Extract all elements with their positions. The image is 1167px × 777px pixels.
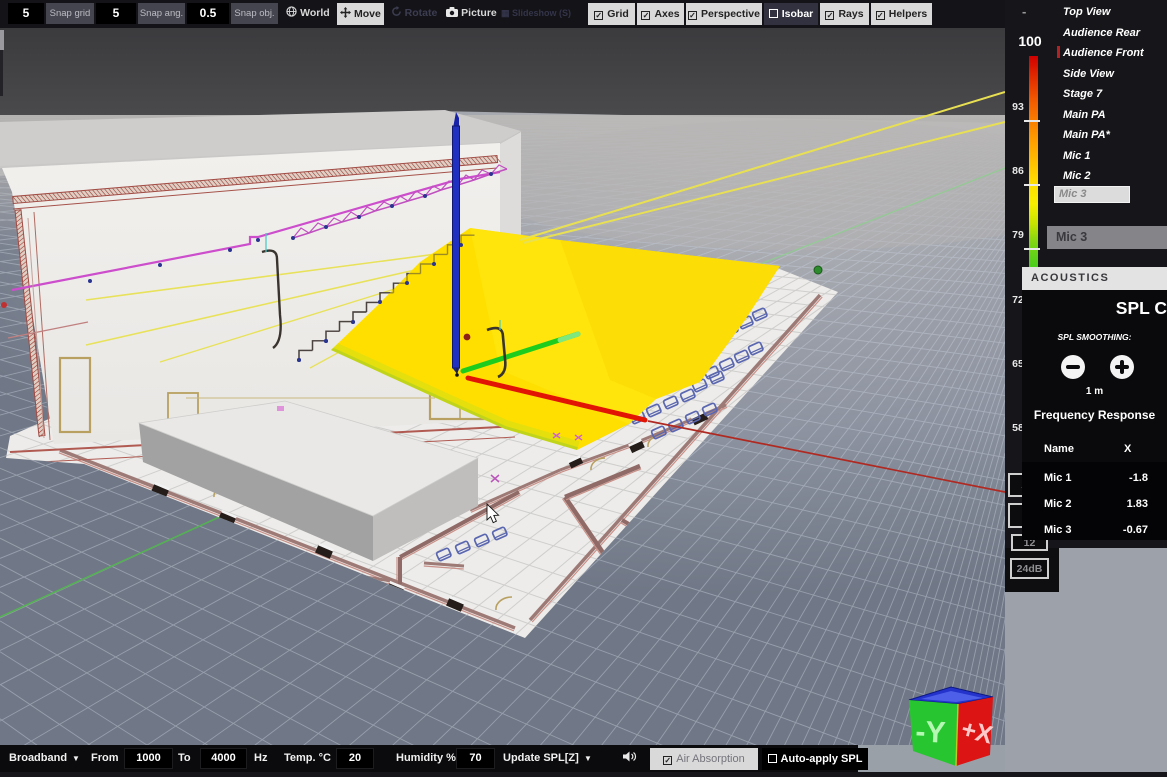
svg-text:-Y: -Y: [915, 715, 947, 750]
